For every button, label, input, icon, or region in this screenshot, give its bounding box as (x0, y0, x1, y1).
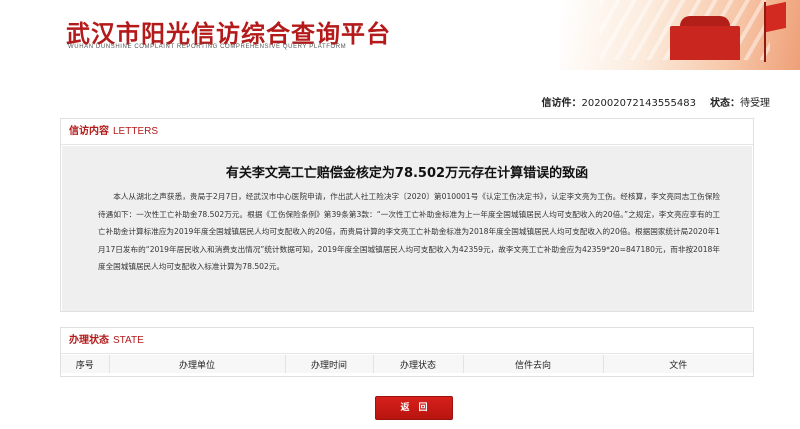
status-label: 状态： (710, 98, 740, 109)
letters-heading-cn: 信访内容 (69, 126, 109, 137)
letter-meta: 信访件：202002072143555483 状态：待受理 (541, 94, 770, 109)
column-header: 文件 (603, 355, 753, 373)
state-table-header-row: 序号 办理单位 办理时间 办理状态 信件去向 文件 (61, 355, 753, 373)
letter-id-value: 202002072143555483 (581, 98, 696, 109)
state-heading-en: STATE (113, 335, 144, 346)
letters-heading-en: LETTERS (113, 126, 159, 137)
red-flag-icon (766, 1, 786, 33)
site-header: 武汉市阳光信访综合查询平台 WUHAN DUNSHINE COMPLAINT R… (0, 0, 800, 90)
state-panel-header: 办理状态 STATE (61, 328, 753, 354)
letter-body: 本人从湖北之声获悉，贵局于2月7日，经武汉市中心医院申请，作出武人社工险决字〔2… (98, 192, 720, 272)
state-table: 序号 办理单位 办理时间 办理状态 信件去向 文件 (61, 355, 753, 373)
site-subtitle: WUHAN DUNSHINE COMPLAINT REPORTING COMPR… (68, 44, 347, 50)
letter-title: 有关李文亮工亡赔偿金核定为78.502万元存在计算错误的致函 (225, 166, 589, 181)
column-header: 办理时间 (285, 355, 374, 373)
column-header: 序号 (61, 355, 110, 373)
header-decoration (560, 0, 800, 70)
letter-content: 有关李文亮工亡赔偿金核定为78.502万元存在计算错误的致函 本人从湖北之声获悉… (62, 146, 752, 311)
column-header: 办理单位 (109, 355, 286, 373)
letter-id-label: 信访件： (541, 98, 582, 109)
state-panel: 办理状态 STATE 序号 办理单位 办理时间 办理状态 信件去向 文件 (60, 327, 754, 377)
state-heading-cn: 办理状态 (69, 335, 109, 346)
back-button[interactable]: 返 回 (375, 396, 453, 420)
column-header: 办理状态 (373, 355, 464, 373)
status-value: 待受理 (740, 98, 770, 109)
building-graphic (670, 16, 740, 60)
column-header: 信件去向 (463, 355, 604, 373)
letters-panel: 信访内容 LETTERS 有关李文亮工亡赔偿金核定为78.502万元存在计算错误的… (60, 118, 754, 312)
letters-panel-header: 信访内容 LETTERS (61, 119, 753, 145)
